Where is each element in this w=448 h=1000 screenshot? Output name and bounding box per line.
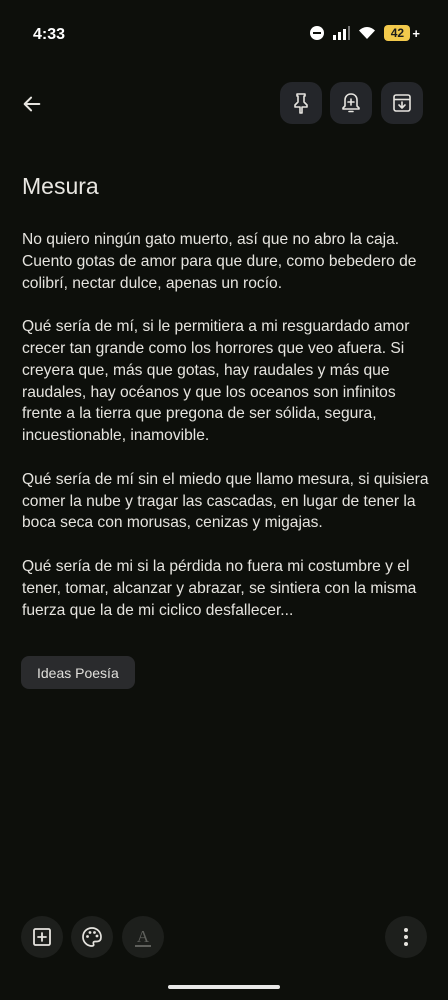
note-toolbar — [0, 82, 448, 126]
battery-level: 42 — [384, 25, 411, 41]
do-not-disturb-icon — [310, 26, 325, 40]
note-paragraph: No quiero ningún gato muerto, así que no… — [22, 231, 417, 292]
battery-indicator: 42 + — [384, 25, 420, 41]
pin-button[interactable] — [280, 82, 322, 124]
status-time: 4:33 — [33, 26, 66, 43]
more-vert-icon — [404, 928, 408, 946]
status-icons: 42 + — [310, 25, 420, 41]
archive-button[interactable] — [381, 82, 423, 124]
palette-icon — [82, 927, 102, 947]
reminder-button[interactable] — [330, 82, 372, 124]
note-title[interactable]: Mesura — [22, 173, 99, 200]
home-indicator[interactable] — [168, 985, 280, 989]
more-options-button[interactable] — [385, 916, 427, 958]
text-format-button[interactable]: A — [122, 916, 164, 958]
status-bar: 4:33 42 + — [0, 0, 448, 64]
signal-icon — [333, 26, 351, 40]
pin-icon — [294, 93, 308, 114]
add-button[interactable] — [21, 916, 63, 958]
note-paragraph: Qué sería de mi si la pérdida no fuera m… — [22, 557, 417, 619]
battery-charging: + — [412, 25, 420, 41]
back-button[interactable] — [12, 84, 52, 124]
bottom-toolbar: A — [0, 916, 448, 960]
note-paragraph: Qué sería de mí sin el miedo que llamo m… — [22, 470, 429, 532]
wifi-icon — [359, 27, 376, 39]
bell-plus-icon — [342, 93, 360, 113]
background-options-button[interactable] — [71, 916, 113, 958]
note-body[interactable]: No quiero ningún gato muerto, así que no… — [22, 229, 434, 643]
add-box-icon — [33, 928, 51, 946]
archive-icon — [393, 94, 411, 112]
text-format-icon: A — [134, 927, 152, 947]
arrow-back-icon — [23, 96, 41, 112]
note-paragraph: Qué sería de mí, si le permitiera a mi r… — [22, 318, 410, 445]
label-chip[interactable]: Ideas Poesía — [21, 656, 135, 689]
